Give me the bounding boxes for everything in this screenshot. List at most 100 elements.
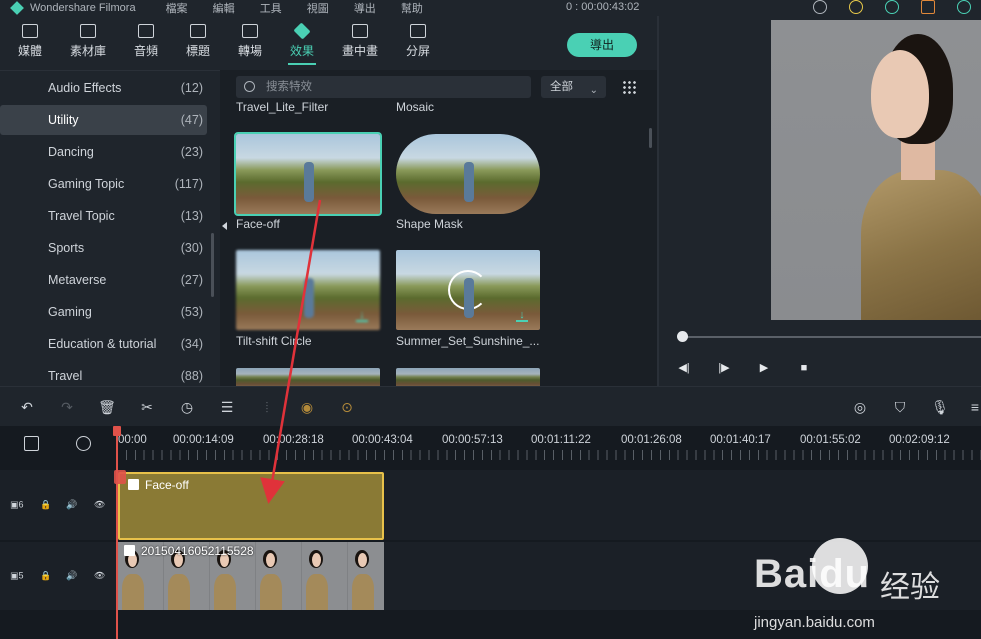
tab-effects[interactable]: 效果 <box>280 22 324 65</box>
menu-tools[interactable]: 工具 <box>260 3 282 15</box>
tab-picture-in-picture[interactable]: 畫中畫 <box>338 24 382 59</box>
sidebar-scrollbar[interactable] <box>211 233 214 297</box>
pip-icon <box>352 24 368 38</box>
image-clip-icon <box>124 545 135 556</box>
thumb-person <box>304 278 314 318</box>
microphone-icon[interactable]: 🎙 <box>931 399 949 415</box>
category-utility[interactable]: Utility (47) <box>0 105 207 135</box>
audio-ducking-icon[interactable]: ◉ <box>298 399 316 415</box>
menu-bar: 檔案 編輯 工具 視圖 導出 幫助 <box>166 0 445 16</box>
image-clip[interactable]: 20150416052115528 <box>118 542 384 610</box>
marker-icon[interactable]: ⛉ <box>891 399 909 415</box>
thumb-person <box>464 162 474 202</box>
cloud-icon[interactable] <box>813 0 827 14</box>
preview-progress-bar[interactable] <box>679 336 981 338</box>
stop-icon[interactable]: ■ <box>797 362 811 374</box>
category-gaming-topic[interactable]: Gaming Topic (117) <box>0 169 207 199</box>
headphones-icon[interactable] <box>885 0 899 14</box>
playhead[interactable] <box>116 428 118 639</box>
menu-view[interactable]: 視圖 <box>307 3 329 15</box>
playhead-handle[interactable] <box>113 426 121 436</box>
cart-icon[interactable] <box>921 0 935 14</box>
add-track-icon[interactable] <box>24 436 39 451</box>
effect-label-shape-mask: Shape Mask <box>396 217 463 231</box>
timeline-ruler[interactable]: 00:00 00:00:14:09 00:00:28:18 00:00:43:0… <box>0 426 981 462</box>
lock-icon[interactable]: 🔒 <box>40 571 51 582</box>
tab-stock-media[interactable]: 素材庫 <box>66 24 110 59</box>
preview-progress-knob[interactable] <box>677 331 688 342</box>
ruler-label: 00:01:55:02 <box>800 434 861 446</box>
redo-icon[interactable]: ↷ <box>58 399 76 415</box>
tab-split-screen[interactable]: 分屏 <box>396 24 440 59</box>
previous-frame-icon[interactable]: ◀| <box>677 362 691 374</box>
link-icon[interactable] <box>76 436 91 451</box>
adjust-icon[interactable]: ☰ <box>218 399 236 415</box>
effect-thumb-face-off[interactable] <box>234 132 382 216</box>
effect-thumb-tilt-shift-circle[interactable]: ↓ <box>236 250 380 330</box>
delete-icon[interactable]: 🗑 <box>98 399 116 415</box>
ruler-label: 00:01:26:08 <box>621 434 682 446</box>
effect-clip-face-off[interactable]: Face-off <box>118 472 384 540</box>
eye-icon[interactable]: 👁 <box>94 500 105 511</box>
download-icon[interactable]: ↓ <box>356 310 368 322</box>
grid-view-icon[interactable] <box>622 80 636 94</box>
eye-icon[interactable]: 👁 <box>94 571 105 582</box>
menu-lines-icon[interactable]: ≡ <box>966 399 981 415</box>
effects-category-sidebar: Audio Effects (12) Utility (47) Dancing (23… <box>0 70 220 386</box>
effect-thumb-partial[interactable] <box>236 368 380 386</box>
menu-edit[interactable]: 編輯 <box>213 3 235 15</box>
effects-scrollbar[interactable] <box>649 128 652 148</box>
category-dancing[interactable]: Dancing (23) <box>0 137 207 167</box>
transition-icon <box>242 24 258 38</box>
volume-icon[interactable]: 🔊 <box>66 571 77 582</box>
lightbulb-icon[interactable] <box>849 0 863 14</box>
clip-frame <box>352 548 374 610</box>
account-icon[interactable] <box>957 0 971 14</box>
download-icon[interactable]: ↓ <box>516 310 528 322</box>
menu-file[interactable]: 檔案 <box>166 3 188 15</box>
category-metaverse[interactable]: Metaverse (27) <box>0 265 207 295</box>
ruler-label: 00:00:28:18 <box>263 434 324 446</box>
tab-transitions[interactable]: 轉場 <box>228 24 272 59</box>
render-icon[interactable]: ◎ <box>851 399 869 415</box>
playback-controls: ◀| |▶ ▶ ■ <box>677 362 811 374</box>
undo-icon[interactable]: ↶ <box>18 399 36 415</box>
effect-label-face-off: Face-off <box>236 217 280 231</box>
effect-thumb-shape-mask[interactable] <box>396 134 540 214</box>
effects-icon <box>293 22 311 40</box>
category-education-tutorial[interactable]: Education & tutorial (34) <box>0 329 207 359</box>
menu-export[interactable]: 導出 <box>354 3 376 15</box>
category-audio-effects[interactable]: Audio Effects (12) <box>0 73 207 103</box>
title-bar: Wondershare Filmora 檔案 編輯 工具 視圖 導出 幫助 0 … <box>0 0 981 16</box>
tab-media[interactable]: 媒體 <box>8 24 52 59</box>
photo-dress <box>861 170 981 320</box>
speed-icon[interactable]: ◷ <box>178 399 196 415</box>
category-travel-topic[interactable]: Travel Topic (13) <box>0 201 207 231</box>
search-input[interactable]: 搜索特效 <box>236 76 531 98</box>
audio-waveform-icon[interactable]: ⦙ <box>258 399 276 415</box>
cut-icon[interactable]: ✂ <box>138 399 156 415</box>
media-toolbar: 媒體 素材庫 音頻 標題 轉場 效果 畫中畫 分屏 導出 <box>0 16 657 70</box>
filter-dropdown[interactable]: 全部 ⌄ <box>541 76 606 98</box>
ruler-ticks <box>117 450 981 460</box>
lock-icon[interactable]: 🔒 <box>40 500 51 511</box>
tab-audio[interactable]: 音頻 <box>124 24 168 59</box>
effect-thumb-summer-set-sunshine[interactable]: ↓ <box>396 250 540 330</box>
category-gaming[interactable]: Gaming (53) <box>0 297 207 327</box>
watermark-cn: 经验 <box>880 571 940 604</box>
image-icon <box>80 24 96 38</box>
playhead-marker[interactable] <box>114 470 126 484</box>
collapse-arrow-icon[interactable] <box>222 222 227 230</box>
effect-thumb-partial[interactable] <box>396 368 540 386</box>
export-button[interactable]: 導出 <box>567 33 637 57</box>
menu-help[interactable]: 幫助 <box>401 3 423 15</box>
track-header: ▣5 🔒 🔊 👁 <box>0 542 117 610</box>
volume-icon[interactable]: 🔊 <box>66 500 77 511</box>
play-icon[interactable]: ▶ <box>757 362 771 374</box>
text-to-speech-icon[interactable]: ⊙ <box>338 399 356 415</box>
search-placeholder: 搜索特效 <box>266 81 312 93</box>
tab-titles[interactable]: 標題 <box>176 24 220 59</box>
category-sports[interactable]: Sports (30) <box>0 233 207 263</box>
baidu-watermark: Baidu 经验 jingyan.baidu.com <box>754 534 979 631</box>
next-frame-icon[interactable]: |▶ <box>717 362 731 374</box>
